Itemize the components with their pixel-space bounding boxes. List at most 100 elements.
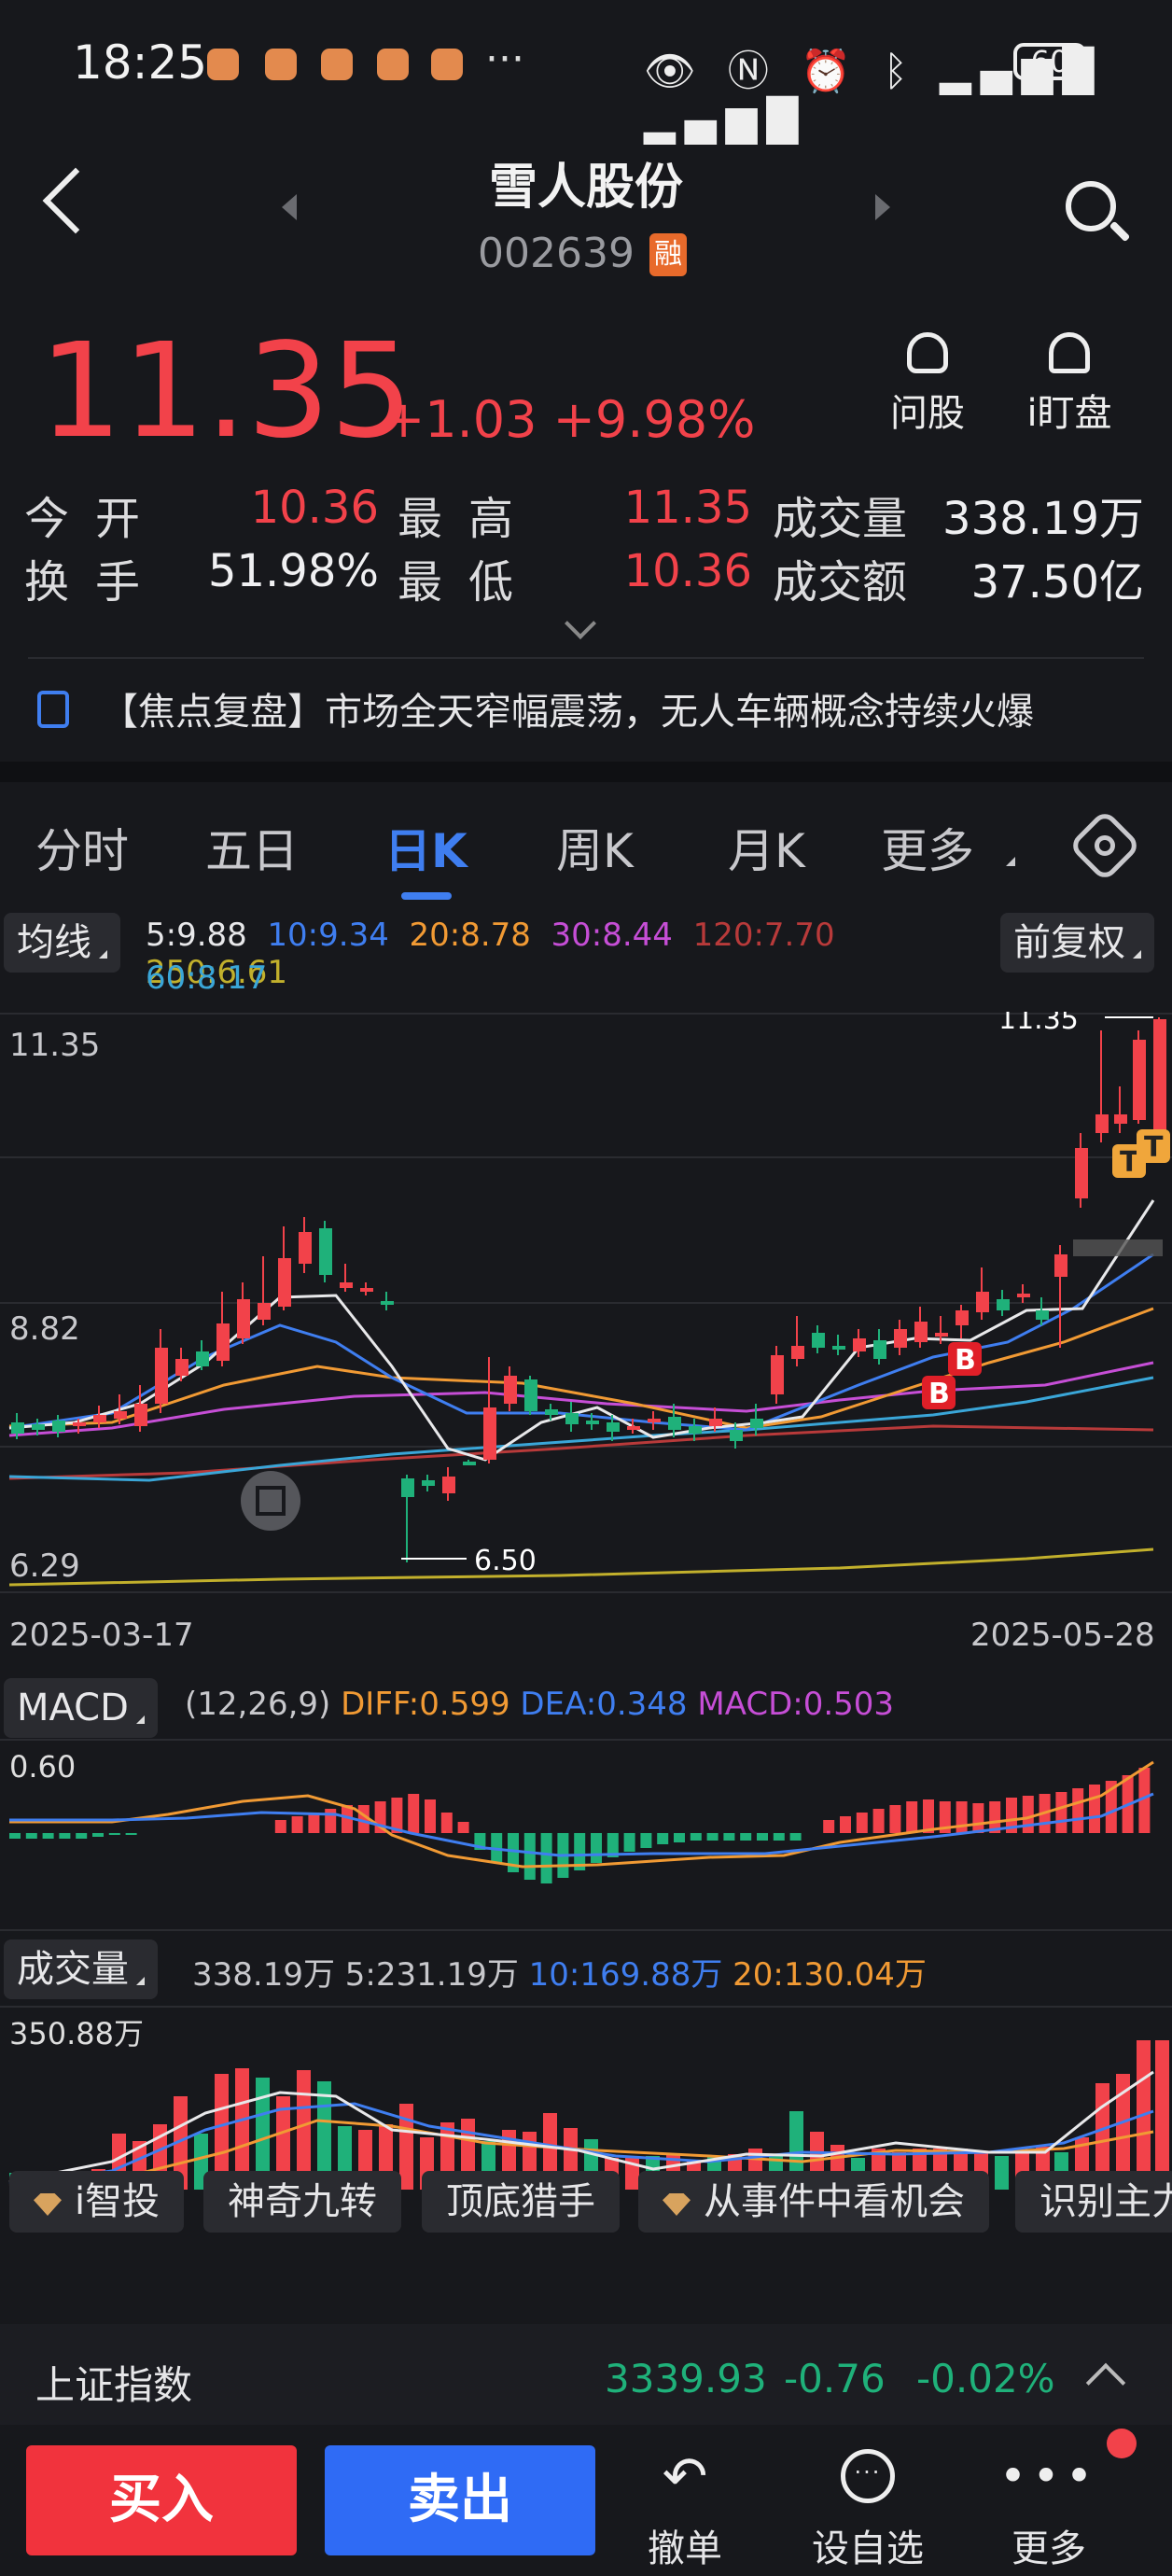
candle-body [237,1299,250,1338]
index-change-pct: -0.02% [916,2356,1055,2401]
candle-body [545,1409,558,1415]
candle-body [401,1478,414,1497]
macd-bar [856,1813,868,1833]
settings-icon[interactable] [1067,808,1142,883]
ma120-line [8,1424,1154,1480]
tab-monthly-k[interactable]: 月K [728,814,805,881]
candle-body [504,1376,517,1404]
y-axis-bottom: 6.29 [9,1547,80,1585]
add-favorite-button[interactable]: ··· 设自选 [802,2445,933,2572]
macd-bar [872,1809,885,1833]
cancel-order-button[interactable]: ↶ 撤单 [620,2445,750,2572]
candle-body [812,1333,825,1348]
macd-params: (12,26,9) [185,1686,331,1723]
buy-button[interactable]: 买入 [26,2445,297,2555]
ma-legend-item: 10:9.34 [267,917,389,954]
tab-weekly-k[interactable]: 周K [556,814,634,881]
candle-body [299,1232,312,1264]
macd-selector[interactable]: MACD [4,1678,158,1738]
tab-intraday[interactable]: 分时 [35,814,129,881]
macd-bar [906,1801,918,1833]
notification-app-icon [377,49,409,80]
tab-five-day[interactable]: 五日 [205,814,299,881]
tab-daily-k[interactable]: 日K [384,814,467,881]
search-icon[interactable] [1066,181,1116,231]
stock-code: 002639 [478,230,635,277]
user-icon [907,332,948,373]
price-band [1073,1239,1163,1256]
macd-bar [308,1813,320,1833]
macd-bar [274,1820,286,1833]
macd-chart[interactable] [0,1736,1172,1936]
macd-bar [723,1833,735,1841]
adjust-selector[interactable]: 前复权 [1000,913,1154,973]
candle-body [381,1301,394,1305]
macd-bar [1022,1796,1034,1833]
ma-legend: 5:9.88 10:9.34 20:8.78 30:8.44 120:7.70 … [146,917,985,991]
next-stock-icon[interactable] [875,194,890,220]
ma-selector[interactable]: 均线 [4,913,120,973]
macd-bar [706,1833,719,1841]
more-button[interactable]: ••• 更多 [984,2445,1114,2572]
expand-chevron-icon[interactable] [565,608,596,639]
volume-legend: 338.19万 5:231.19万 10:169.88万 20:130.04万 [192,1949,927,1995]
candle-body [873,1340,886,1359]
status-bar: 18:25 ··· 👁 Ⓝ ⏰ ᛒ ▂▄▆█ ▂▄▆█ 60 [0,0,1172,145]
macd-bar [591,1833,602,1863]
ma-legend-item: 120:7.70 [692,917,835,954]
diamond-icon [34,2193,62,2216]
chip-event-opportunity[interactable]: 从事件中看机会 [638,2171,989,2233]
candle-body [607,1422,620,1432]
low-marker: 6.50 [474,1545,537,1577]
candle-body [1017,1294,1030,1297]
tab-more[interactable]: 更多 [881,814,974,881]
candle-body [319,1228,332,1275]
macd-bar [1072,1788,1084,1833]
notification-app-icon [321,49,353,80]
index-change: -0.76 [784,2356,886,2401]
chip-nine-turns[interactable]: 神奇九转 [203,2171,401,2233]
macd-bar [425,1799,436,1833]
chip-top-bottom-hunter[interactable]: 顶底猎手 [422,2171,620,2233]
macd-bar [690,1833,702,1841]
candle-body [750,1419,763,1428]
chip-label: i智投 [75,2180,160,2223]
candle-body [730,1430,743,1441]
watch-button[interactable]: i盯盘 [1013,332,1125,437]
candle-body [1133,1040,1146,1120]
price-change: +1.03 +9.98% [383,390,755,449]
stat-label: 换手 [24,556,167,609]
macd-bar [291,1816,303,1833]
candle-body [914,1322,928,1342]
dropdown-icon [1133,950,1141,959]
active-tab-indicator [401,892,452,900]
macd-bar [972,1803,984,1833]
news-headline[interactable]: 【焦点复盘】市场全天窄幅震荡，无人车辆概念持续火爆 [101,681,1034,735]
stock-name: 雪人股份 [488,160,683,216]
macd-bar [674,1833,685,1842]
kline-chart[interactable]: 11.35 6.50 B B T T [0,1012,1172,1600]
stat-label: 今开 [24,493,167,545]
margin-badge: 融 [649,233,687,276]
candle-body [832,1346,845,1350]
volume-ma10: 10:169.88万 [528,1956,723,1994]
volume-chart[interactable] [0,2003,1172,2199]
news-icon [37,691,69,728]
volume-selector[interactable]: 成交量 [4,1939,158,1999]
sell-button[interactable]: 卖出 [325,2445,595,2555]
section-divider [0,762,1172,782]
ask-stock-button[interactable]: 问股 [872,332,984,437]
macd-bar [76,1833,88,1839]
ma-legend-item: 5:9.88 [146,917,247,954]
watch-label: i盯盘 [1026,392,1112,435]
candle-body [894,1329,907,1348]
macd-y-top: 0.60 [9,1749,77,1785]
macd-bar [92,1833,104,1837]
volume-bar [995,2156,1009,2190]
chip-ai-invest[interactable]: i智投 [9,2171,185,2233]
macd-bar [540,1833,552,1883]
candle-body [853,1338,866,1351]
add-favorite-label: 设自选 [812,2527,924,2570]
chip-main-force[interactable]: 识别主力 [1015,2171,1172,2233]
candle-body [997,1299,1010,1310]
